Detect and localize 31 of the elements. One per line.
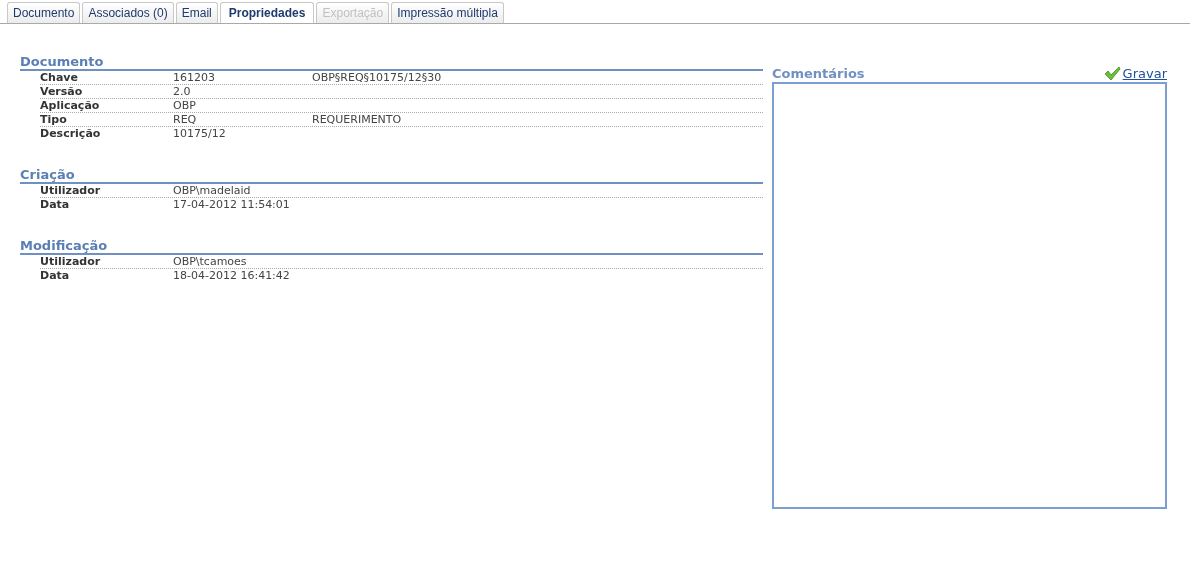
field-label: Descrição [40, 127, 102, 140]
field-label: Tipo [40, 113, 68, 126]
tab[interactable]: Associados (0) [82, 2, 174, 23]
field-value: OBP [173, 99, 197, 112]
field-label: Chave [40, 71, 79, 84]
field-value: 161203 [173, 71, 216, 84]
field-label: Data [40, 269, 71, 282]
field-label: Versão [40, 85, 84, 98]
field-label: Aplicação [40, 99, 101, 112]
field-value: 18-04-2012 16:41:42 [173, 269, 291, 282]
section-title: Criação [20, 167, 75, 182]
tab[interactable]: Impressão múltipla [391, 2, 504, 23]
field-label: Data [40, 198, 71, 211]
field-label: Utilizador [40, 255, 102, 268]
field-value: 2.0 [173, 85, 192, 98]
field-value: OBP\madelaid [173, 184, 252, 197]
tab[interactable]: Email [175, 2, 218, 23]
comments-title: Comentários [772, 66, 865, 81]
field-value: 10175/12 [173, 127, 227, 140]
tab[interactable]: Documento [7, 2, 81, 23]
field-value: OBP§REQ§10175/12§30 [312, 71, 442, 84]
field-value: REQUERIMENTO [312, 113, 402, 126]
save-link[interactable]: Gravar [1122, 66, 1167, 81]
comments-field[interactable] [772, 82, 1167, 509]
field-value: REQ [173, 113, 198, 126]
field-label: Utilizador [40, 184, 102, 197]
field-value: OBP\tcamoes [173, 255, 248, 268]
section-title: Modificação [20, 238, 108, 253]
section-title: Documento [20, 54, 104, 69]
tab[interactable]: Propriedades [219, 2, 315, 23]
field-value: 17-04-2012 11:54:01 [173, 198, 291, 211]
